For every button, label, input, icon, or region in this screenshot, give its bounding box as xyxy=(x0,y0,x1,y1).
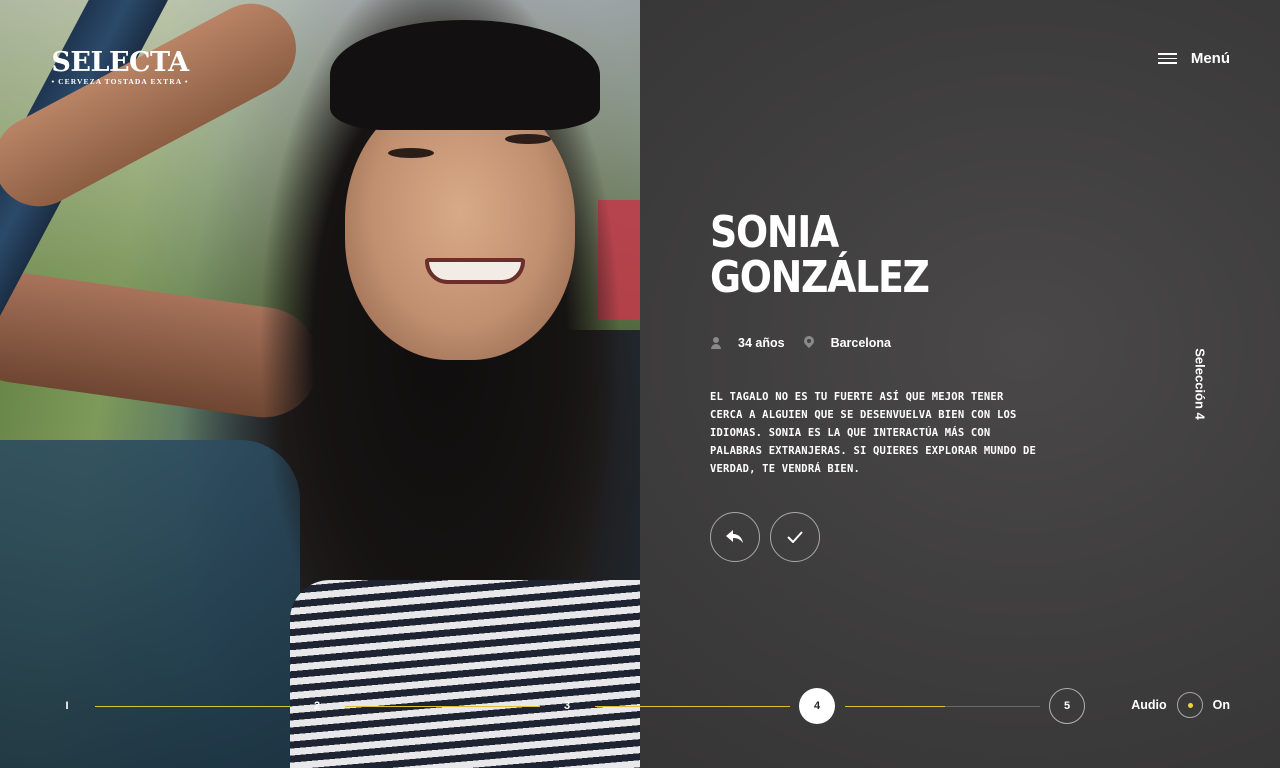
progress-segment-4-remaining xyxy=(945,705,1040,707)
audio-label: Audio xyxy=(1131,698,1167,712)
step-3[interactable]: 3 xyxy=(549,688,585,724)
left-eye xyxy=(388,148,434,158)
brand-logo[interactable]: SELECTA • CERVEZA TOSTADA EXTRA • xyxy=(50,47,190,87)
profile-age: 34 años xyxy=(738,336,785,350)
location-pin-icon xyxy=(803,336,815,350)
profile-name: SONIA GONZÁLEZ xyxy=(710,207,930,303)
smile xyxy=(425,258,525,284)
profile-description: EL TAGALO NO ES TU FUERTE ASÍ QUE MEJOR … xyxy=(710,391,1037,475)
profile-first-name: SONIA xyxy=(710,207,839,258)
step-2[interactable]: 2 xyxy=(299,688,335,724)
progress-segment-4-done xyxy=(845,705,945,707)
progress-segment-3 xyxy=(595,705,790,707)
profile-last-name: GONZÁLEZ xyxy=(710,252,930,303)
step-4[interactable]: 4 xyxy=(799,688,835,724)
selection-label: Selección 4 xyxy=(1192,348,1208,420)
bangs xyxy=(330,20,600,130)
hamburger-icon xyxy=(1157,53,1177,64)
striped-shirt xyxy=(290,580,640,768)
right-eye xyxy=(505,134,551,144)
menu-button[interactable]: Menú xyxy=(1157,50,1230,67)
brand-tagline: • CERVEZA TOSTADA EXTRA • xyxy=(51,77,189,86)
info-panel xyxy=(640,0,1280,768)
audio-state: On xyxy=(1212,698,1230,712)
person-icon xyxy=(710,336,722,350)
step-progress: I 2 3 4 5 xyxy=(0,688,1280,724)
profile-meta: 34 años Barcelona xyxy=(710,336,891,350)
brand-name: SELECTA xyxy=(51,47,189,78)
back-button[interactable] xyxy=(710,512,760,562)
audio-control: Audio On xyxy=(1131,692,1230,718)
hero-photo xyxy=(0,0,640,768)
audio-toggle[interactable] xyxy=(1176,692,1203,718)
face xyxy=(345,90,575,360)
progress-segment-2 xyxy=(345,705,540,707)
progress-segment-1 xyxy=(95,705,290,707)
checkmark-icon xyxy=(787,531,803,543)
profile-city: Barcelona xyxy=(830,336,892,350)
step-5[interactable]: 5 xyxy=(1049,688,1085,724)
step-1[interactable]: I xyxy=(49,688,85,724)
menu-label: Menú xyxy=(1190,50,1230,67)
reply-arrow-icon xyxy=(726,530,743,543)
confirm-button[interactable] xyxy=(770,512,820,562)
